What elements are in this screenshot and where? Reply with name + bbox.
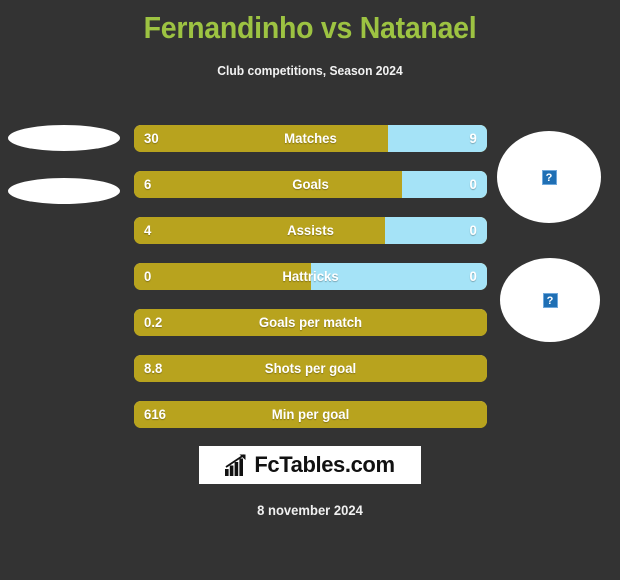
stats-bar-list: 30 Matches 9 6 Goals 0 4 Assists 0 0 Hattricks 0 0.2… (134, 125, 487, 447)
home-player-photo-bottom (8, 178, 120, 204)
stat-label: Shots per goal (264, 360, 357, 376)
stat-row: 8.8 Shots per goal (134, 355, 487, 382)
page-subtitle: Club competitions, Season 2024 (217, 63, 403, 78)
broken-image-icon: ? (542, 292, 558, 308)
stat-label: Assists (287, 222, 334, 238)
stat-label: Hattricks (282, 268, 339, 284)
stat-row: 616 Min per goal (134, 401, 487, 428)
home-player-photo-top (8, 125, 120, 151)
stat-label: Goals (292, 176, 329, 192)
stat-row: 4 Assists 0 (134, 217, 487, 244)
stat-away-value: 9 (469, 130, 477, 146)
away-player-photo-top: ? (497, 131, 601, 223)
fctables-logo-text: FcTables.com (254, 452, 395, 477)
fctables-logo[interactable]: FcTables.com (199, 446, 421, 484)
broken-image-icon: ? (541, 169, 557, 185)
stat-away-value: 0 (469, 268, 477, 284)
stat-row: 6 Goals 0 (134, 171, 487, 198)
away-player-photo-bottom: ? (500, 258, 600, 342)
bar-chart-growth-icon (225, 454, 246, 476)
stat-away-value: 0 (469, 176, 477, 192)
stat-row: 0.2 Goals per match (134, 309, 487, 336)
page-title: Fernandinho vs Natanael (143, 10, 477, 45)
stat-row: 0 Hattricks 0 (134, 263, 487, 290)
stat-label: Min per goal (271, 406, 350, 422)
footer-date: 8 november 2024 (257, 502, 363, 518)
stat-label: Goals per match (258, 314, 363, 330)
comparison-infographic: Fernandinho vs Natanael Club competition… (0, 0, 620, 580)
stat-label: Matches (284, 130, 337, 146)
stat-row: 30 Matches 9 (134, 125, 487, 152)
stat-away-value: 0 (469, 222, 477, 238)
